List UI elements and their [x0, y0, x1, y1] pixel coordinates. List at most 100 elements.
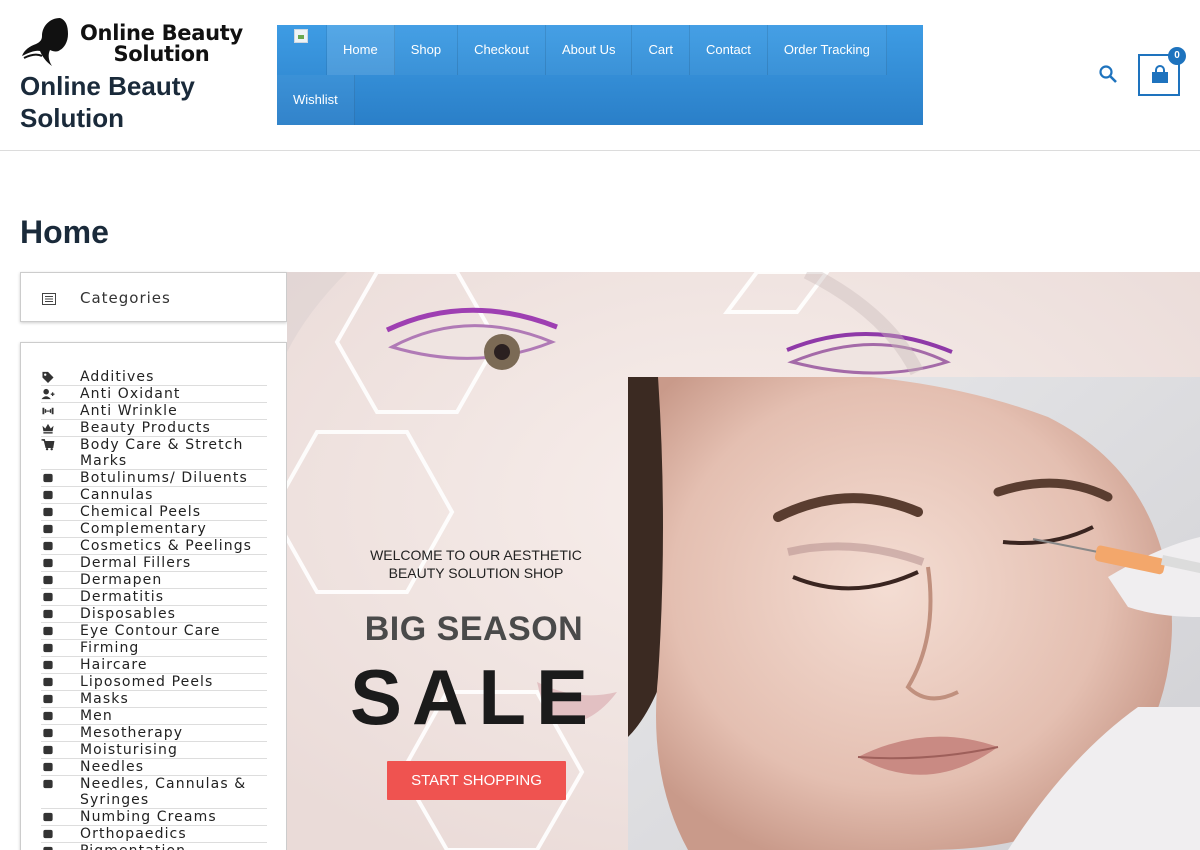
nav-checkout[interactable]: Checkout [458, 25, 546, 75]
cart-count-badge: 0 [1168, 47, 1186, 65]
cloud-icon [41, 828, 55, 840]
bag-icon [41, 506, 55, 518]
search-icon[interactable] [1098, 64, 1118, 84]
category-label: Beauty Products [80, 420, 211, 436]
category-list: Additives Anti Oxidant Anti Wrinkle Beauty … [41, 369, 267, 850]
category-item[interactable]: Disposables [41, 606, 267, 623]
category-label: Moisturising [80, 742, 178, 758]
cocktail-icon [41, 845, 55, 850]
dumbbell-icon [41, 405, 55, 417]
category-label: Men [80, 708, 113, 724]
category-label: Dermal Fillers [80, 555, 192, 571]
category-item[interactable]: Orthopaedics [41, 826, 267, 843]
category-label: Additives [80, 369, 155, 385]
category-item[interactable]: Men [41, 708, 267, 725]
category-item[interactable]: Eye Contour Care [41, 623, 267, 640]
category-item[interactable]: Dermapen [41, 572, 267, 589]
page-title: Home [20, 214, 109, 250]
category-label: Orthopaedics [80, 826, 187, 842]
cart-button[interactable]: 0 [1138, 47, 1186, 96]
category-item[interactable]: Masks [41, 691, 267, 708]
category-item[interactable]: Pigmentation [41, 843, 267, 850]
category-item[interactable]: Cannulas [41, 487, 267, 504]
category-label: Mesotherapy [80, 725, 184, 741]
crown-icon [41, 422, 55, 434]
category-label: Numbing Creams [80, 809, 217, 825]
skiing-icon [41, 489, 55, 501]
categories-toggle[interactable]: Categories [20, 272, 287, 322]
category-item[interactable]: Moisturising [41, 742, 267, 759]
category-item[interactable]: Dermatitis [41, 589, 267, 606]
bar-chart-icon [41, 540, 55, 552]
category-label: Cannulas [80, 487, 154, 503]
chess-knight-icon [41, 659, 55, 671]
nav-shop[interactable]: Shop [394, 25, 459, 75]
cart-icon [41, 439, 55, 451]
categories-label: Categories [80, 289, 171, 307]
category-item[interactable]: Needles [41, 759, 267, 776]
hero-sale-text: SALE [349, 653, 599, 741]
category-item[interactable]: Anti Wrinkle [41, 403, 267, 420]
category-label: Cosmetics & Peelings [80, 538, 253, 554]
city-icon [41, 744, 55, 756]
category-item[interactable]: Chemical Peels [41, 504, 267, 521]
category-item[interactable]: Beauty Products [41, 420, 267, 437]
nav-cart[interactable]: Cart [632, 25, 691, 75]
category-item[interactable]: Liposomed Peels [41, 674, 267, 691]
category-label: Needles [80, 759, 145, 775]
categories-panel: Additives Anti Oxidant Anti Wrinkle Beauty … [20, 342, 287, 850]
category-label: Pigmentation [80, 843, 186, 850]
clipboard-list-icon [41, 811, 55, 823]
category-label: Disposables [80, 606, 177, 622]
category-item[interactable]: Complementary [41, 521, 267, 538]
chess-icon [41, 591, 55, 603]
nav-image-placeholder[interactable] [277, 25, 327, 75]
woman-treatment-photo [628, 377, 1200, 850]
category-item[interactable]: Dermal Fillers [41, 555, 267, 572]
category-label: Anti Oxidant [80, 386, 181, 402]
warning-icon [41, 523, 55, 535]
category-label: Haircare [80, 657, 148, 673]
category-item[interactable]: Mesotherapy [41, 725, 267, 742]
chess-pawn-icon [41, 676, 55, 688]
category-label: Firming [80, 640, 140, 656]
tag-icon [41, 371, 55, 383]
category-item[interactable]: Numbing Creams [41, 809, 267, 826]
category-item[interactable]: Anti Oxidant [41, 386, 267, 403]
nav-order-tracking[interactable]: Order Tracking [767, 25, 887, 75]
logo-wordmark: Online Beauty Solution [80, 23, 243, 65]
site-title[interactable]: Online Beauty Solution [20, 70, 240, 134]
category-label: Anti Wrinkle [80, 403, 178, 419]
category-item[interactable]: Body Care & Stretch Marks [41, 437, 267, 470]
category-label: Masks [80, 691, 129, 707]
category-item[interactable]: Needles, Cannulas & Syringes [41, 776, 267, 809]
category-label: Eye Contour Care [80, 623, 221, 639]
site-logo[interactable]: Online Beauty Solution [20, 16, 243, 72]
nav-wishlist[interactable]: Wishlist [277, 75, 355, 125]
house-icon [41, 761, 55, 773]
chess-queen-icon [41, 693, 55, 705]
pills-icon [41, 472, 55, 484]
site-header: Online Beauty Solution Online Beauty Sol… [0, 0, 1200, 151]
category-item[interactable]: Botulinums/ Diluents [41, 470, 267, 487]
start-shopping-button[interactable]: START SHOPPING [387, 761, 566, 800]
category-item[interactable]: Cosmetics & Peelings [41, 538, 267, 555]
user-plus-icon [41, 388, 55, 400]
category-item[interactable]: Firming [41, 640, 267, 657]
category-label: Needles, Cannulas & Syringes [80, 776, 247, 808]
nav-home[interactable]: Home [327, 25, 395, 75]
logo-line1: Online Beauty [80, 21, 243, 45]
clipboard-icon [41, 778, 55, 790]
category-item[interactable]: Haircare [41, 657, 267, 674]
main-navigation: Home Shop Checkout About Us Cart Contact… [277, 25, 923, 125]
logo-line2: Solution [113, 42, 210, 66]
category-item[interactable]: Additives [41, 369, 267, 386]
hero-banner: WELCOME TO OUR AESTHETIC BEAUTY SOLUTION… [287, 272, 1200, 850]
nav-about-us[interactable]: About Us [545, 25, 633, 75]
cake-icon [41, 574, 55, 586]
child-icon [41, 727, 55, 739]
woman-silhouette-logo-icon [20, 16, 78, 72]
category-label: Chemical Peels [80, 504, 202, 520]
nav-row-1: Home Shop Checkout About Us Cart Contact… [277, 25, 887, 75]
nav-contact[interactable]: Contact [690, 25, 768, 75]
